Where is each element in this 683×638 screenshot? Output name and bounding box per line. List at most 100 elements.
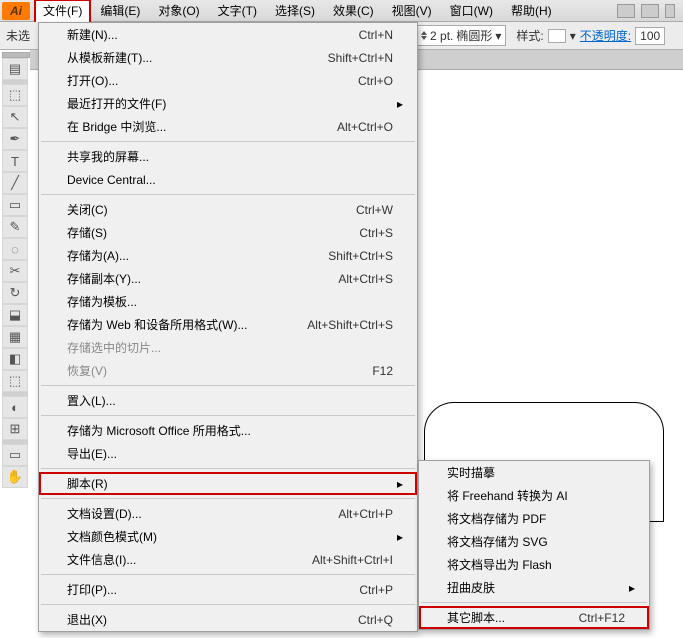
stroke-weight-value: 2 pt. [430,29,453,43]
scripts-submenu-item-1[interactable]: 将 Freehand 转换为 AI [419,484,649,507]
tool-21[interactable]: ▭ [2,444,28,466]
menu-item-label: 打印(P)... [67,581,359,598]
menu-effect[interactable]: 效果(C) [324,0,383,22]
style-swatch[interactable] [548,29,566,43]
stepper-icon[interactable] [421,31,427,40]
selection-label: 未选 [6,27,30,44]
scripts-submenu-item-2[interactable]: 将文档存储为 PDF [419,507,649,530]
tool-16[interactable]: ⬚ [2,370,28,392]
tool-6[interactable]: T [2,150,28,172]
file-menu-item-23[interactable]: 脚本(R)▸ [39,472,417,495]
chevron-down-icon[interactable]: ▾ [570,29,576,43]
file-menu-item-13[interactable]: 存储为模板... [39,290,417,313]
file-menu-item-29[interactable]: 打印(P)...Ctrl+P [39,578,417,601]
tool-3[interactable]: ⬚ [2,84,28,106]
menubar-right-icons [617,4,683,18]
menu-object[interactable]: 对象(O) [149,0,208,22]
tool-22[interactable]: ✋ [2,466,28,488]
menu-item-shortcut: Ctrl+W [356,203,393,217]
tool-1[interactable]: ▤ [2,58,28,80]
file-menu-item-7[interactable]: Device Central... [39,168,417,191]
menu-item-label: 最近打开的文件(F) [67,95,393,112]
menu-view[interactable]: 视图(V) [383,0,441,22]
file-menu-item-12[interactable]: 存储副本(Y)...Alt+Ctrl+S [39,267,417,290]
file-menu-item-11[interactable]: 存储为(A)...Shift+Ctrl+S [39,244,417,267]
arrange-icon[interactable] [641,4,659,18]
file-menu-item-20[interactable]: 存储为 Microsoft Office 所用格式... [39,419,417,442]
file-menu-item-6[interactable]: 共享我的屏幕... [39,145,417,168]
chevron-down-icon[interactable]: ▾ [495,29,501,43]
menu-window[interactable]: 窗口(W) [441,0,502,22]
tool-8[interactable]: ▭ [2,194,28,216]
menu-item-label: 文件信息(I)... [67,551,312,568]
menu-item-label: 存储副本(Y)... [67,270,338,287]
menu-item-label: 导出(E)... [67,445,393,462]
tool-9[interactable]: ✎ [2,216,28,238]
menu-item-label: 存储(S) [67,224,359,241]
menu-item-label: 关闭(C) [67,201,356,218]
menu-separator [41,141,415,142]
file-menu-item-0[interactable]: 新建(N)...Ctrl+N [39,23,417,46]
menu-item-label: 从模板新建(T)... [67,49,328,66]
menu-edit[interactable]: 编辑(E) [91,0,149,22]
file-menu-item-3[interactable]: 最近打开的文件(F)▸ [39,92,417,115]
tool-19[interactable]: ⊞ [2,418,28,440]
file-menu-item-1[interactable]: 从模板新建(T)...Shift+Ctrl+N [39,46,417,69]
file-menu-item-4[interactable]: 在 Bridge 中浏览...Alt+Ctrl+O [39,115,417,138]
file-menu-item-18[interactable]: 置入(L)... [39,389,417,412]
tool-5[interactable]: ✒ [2,128,28,150]
file-menu-item-31[interactable]: 退出(X)Ctrl+Q [39,608,417,631]
menu-item-shortcut: Ctrl+P [359,583,393,597]
menu-item-label: 存储为 Microsoft Office 所用格式... [67,422,393,439]
tool-11[interactable]: ✂ [2,260,28,282]
tool-15[interactable]: ◧ [2,348,28,370]
menu-item-label: Device Central... [67,173,393,187]
scripts-submenu-item-4[interactable]: 将文档导出为 Flash [419,553,649,576]
scripts-submenu-item-7[interactable]: 其它脚本...Ctrl+F12 [419,606,649,629]
tool-13[interactable]: ⬓ [2,304,28,326]
stroke-weight-field[interactable]: 2 pt. 椭圆形 ▾ [416,25,506,46]
tool-10[interactable]: ◌ [2,238,28,260]
opacity-label[interactable]: 不透明度: [580,27,631,44]
tool-18[interactable]: ◐ [2,396,28,418]
menu-item-shortcut: Ctrl+S [359,226,393,240]
tool-14[interactable]: ▦ [2,326,28,348]
opacity-field[interactable]: 100 [635,27,665,45]
file-menu-item-25[interactable]: 文档设置(D)...Alt+Ctrl+P [39,502,417,525]
file-menu-item-26[interactable]: 文档颜色模式(M)▸ [39,525,417,548]
menu-item-label: 恢复(V) [67,362,372,379]
tool-7[interactable]: ╱ [2,172,28,194]
app-icon: Ai [2,2,30,20]
menu-select[interactable]: 选择(S) [266,0,324,22]
menu-type[interactable]: 文字(T) [209,0,266,22]
menu-file[interactable]: 文件(F) [34,0,91,22]
workspace-icon[interactable] [665,4,675,18]
submenu-arrow-icon: ▸ [625,581,635,595]
scripts-submenu-item-5[interactable]: 扭曲皮肤▸ [419,576,649,599]
file-menu-item-2[interactable]: 打开(O)...Ctrl+O [39,69,417,92]
menu-item-label: 打开(O)... [67,72,358,89]
scripts-submenu-item-3[interactable]: 将文档存储为 SVG [419,530,649,553]
menu-item-label: 将文档导出为 Flash [447,556,625,573]
file-menu-item-21[interactable]: 导出(E)... [39,442,417,465]
tools-panel: ▤⬚↖✒T╱▭✎◌✂↻⬓▦◧⬚◐⊞▭✋ [2,52,30,488]
menu-separator [41,604,415,605]
tool-12[interactable]: ↻ [2,282,28,304]
menu-item-shortcut: Shift+Ctrl+S [328,249,393,263]
file-menu-item-15: 存储选中的切片... [39,336,417,359]
file-menu-item-14[interactable]: 存储为 Web 和设备所用格式(W)...Alt+Shift+Ctrl+S [39,313,417,336]
bridge-icon[interactable] [617,4,635,18]
file-menu-item-27[interactable]: 文件信息(I)...Alt+Shift+Ctrl+I [39,548,417,571]
menu-item-label: 存储为 Web 和设备所用格式(W)... [67,316,307,333]
menu-help[interactable]: 帮助(H) [502,0,561,22]
menu-separator [41,385,415,386]
menu-item-shortcut: Alt+Shift+Ctrl+S [307,318,393,332]
menu-separator [41,574,415,575]
scripts-submenu-item-0[interactable]: 实时描摹 [419,461,649,484]
tool-4[interactable]: ↖ [2,106,28,128]
file-menu-item-9[interactable]: 关闭(C)Ctrl+W [39,198,417,221]
menu-item-shortcut: Ctrl+N [359,28,393,42]
menu-item-shortcut: Alt+Ctrl+O [337,120,393,134]
stroke-shape-value: 椭圆形 [456,27,492,44]
file-menu-item-10[interactable]: 存储(S)Ctrl+S [39,221,417,244]
